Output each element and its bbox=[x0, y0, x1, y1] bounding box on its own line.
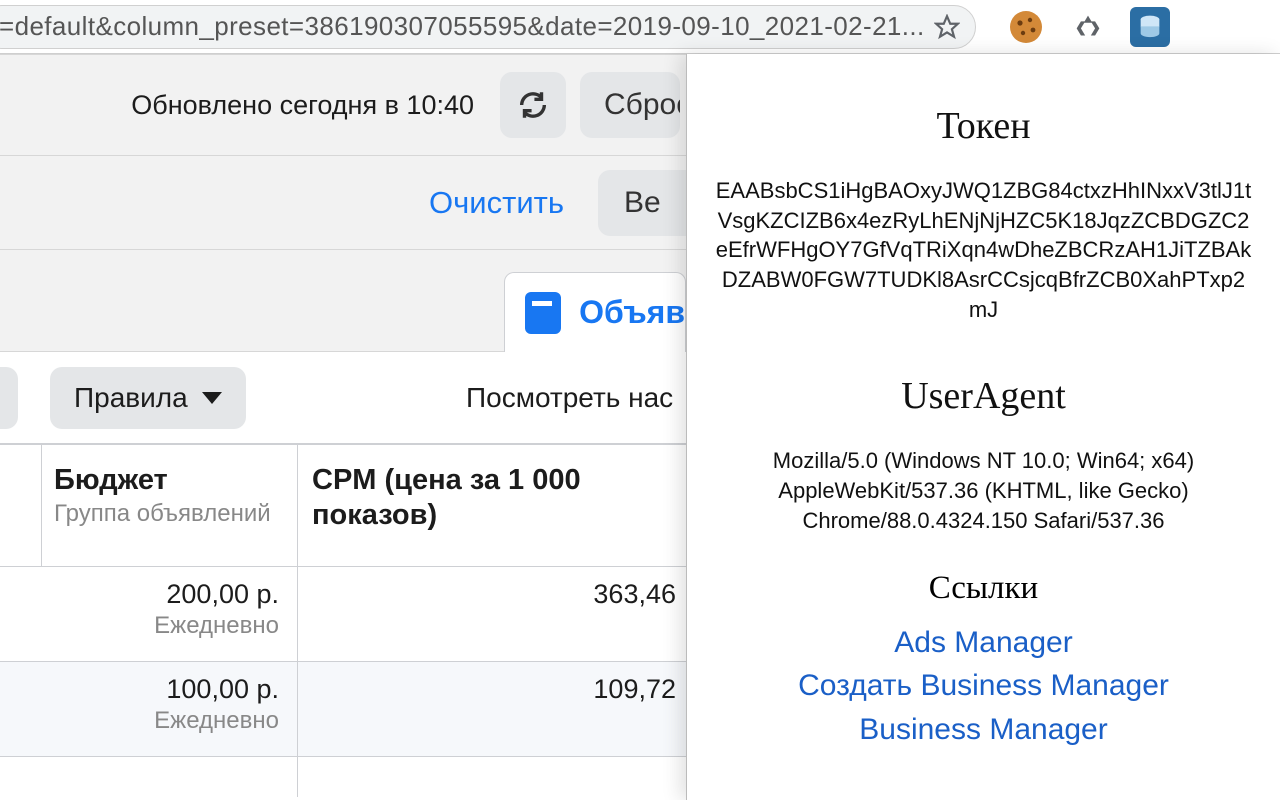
ads-manager-panel: Обновлено сегодня в 10:40 Сброс Очистить… bbox=[0, 54, 686, 800]
chevron-down-icon bbox=[202, 392, 222, 404]
tabs-bar: Объяв bbox=[0, 250, 686, 352]
cookie-icon[interactable] bbox=[1006, 7, 1046, 47]
links-list: Ads Manager Создать Business Manager Bus… bbox=[715, 621, 1252, 752]
clear-link[interactable]: Очистить bbox=[429, 185, 598, 221]
column-cpm[interactable]: CPM (цена за 1 000 показов) bbox=[298, 445, 686, 566]
rules-dropdown[interactable]: Правила bbox=[50, 367, 246, 429]
recycle-icon[interactable] bbox=[1068, 7, 1108, 47]
header-spacer bbox=[0, 445, 42, 566]
token-heading: Токен bbox=[715, 104, 1252, 148]
rules-label: Правила bbox=[74, 382, 188, 414]
all-button-label: Ве bbox=[624, 186, 661, 220]
bookmark-star-icon[interactable] bbox=[933, 13, 961, 41]
budget-period: Ежедневно bbox=[0, 612, 279, 640]
tab-ads-label: Объяв bbox=[579, 294, 685, 331]
column-budget-title: Бюджет bbox=[54, 463, 283, 498]
column-budget[interactable]: Бюджет Группа объявлений bbox=[42, 445, 298, 566]
ads-tab-icon bbox=[525, 292, 561, 334]
budget-value: 100,00 р. bbox=[0, 674, 279, 705]
cpm-value: 109,72 bbox=[298, 674, 676, 705]
budget-value: 200,00 р. bbox=[0, 579, 279, 610]
reset-button[interactable]: Сброс bbox=[580, 72, 680, 138]
database-icon[interactable] bbox=[1130, 7, 1170, 47]
useragent-value[interactable]: Mozilla/5.0 (Windows NT 10.0; Win64; x64… bbox=[715, 446, 1252, 535]
last-updated-text: Обновлено сегодня в 10:40 bbox=[131, 90, 492, 121]
browser-toolbar: =default&column_preset=386190307055595&d… bbox=[0, 0, 1280, 54]
view-setup-label[interactable]: Посмотреть нас bbox=[466, 382, 686, 414]
tab-ads[interactable]: Объяв bbox=[504, 272, 686, 352]
link-business-manager[interactable]: Business Manager bbox=[715, 708, 1252, 752]
all-button[interactable]: Ве bbox=[598, 170, 686, 236]
extension-popup: Токен EAABsbCS1iHgBAOxyJWQ1ZBG84ctxzHhIN… bbox=[686, 54, 1280, 800]
budget-period: Ежедневно bbox=[0, 707, 279, 735]
table-header: Бюджет Группа объявлений CPM (цена за 1 … bbox=[0, 445, 686, 567]
reset-button-label: Сброс bbox=[604, 88, 680, 122]
links-heading: Ссылки bbox=[715, 570, 1252, 607]
address-bar[interactable]: =default&column_preset=386190307055595&d… bbox=[0, 5, 976, 49]
useragent-heading: UserAgent bbox=[715, 374, 1252, 418]
token-value[interactable]: EAABsbCS1iHgBAOxyJWQ1ZBG84ctxzHhINxxV3tl… bbox=[715, 176, 1252, 324]
cpm-value: 363,46 bbox=[298, 579, 676, 610]
column-cpm-title: CPM (цена за 1 000 показов) bbox=[312, 463, 672, 534]
refresh-button[interactable] bbox=[500, 72, 566, 138]
url-text: =default&column_preset=386190307055595&d… bbox=[0, 11, 925, 42]
data-table: Бюджет Группа объявлений CPM (цена за 1 … bbox=[0, 444, 686, 797]
column-budget-sub: Группа объявлений bbox=[54, 500, 283, 528]
link-ads-manager[interactable]: Ads Manager bbox=[715, 621, 1252, 665]
table-row[interactable] bbox=[0, 757, 686, 797]
refresh-bar: Обновлено сегодня в 10:40 Сброс bbox=[0, 54, 686, 156]
extension-icons bbox=[1006, 7, 1170, 47]
filter-bar: Очистить Ве bbox=[0, 156, 686, 250]
table-row[interactable]: 100,00 р. Ежедневно 109,72 bbox=[0, 662, 686, 757]
link-create-business-manager[interactable]: Создать Business Manager bbox=[715, 664, 1252, 708]
actions-bar: Правила Посмотреть нас bbox=[0, 352, 686, 444]
table-row[interactable]: 200,00 р. Ежедневно 363,46 bbox=[0, 567, 686, 662]
cut-button-fragment[interactable] bbox=[0, 367, 18, 429]
